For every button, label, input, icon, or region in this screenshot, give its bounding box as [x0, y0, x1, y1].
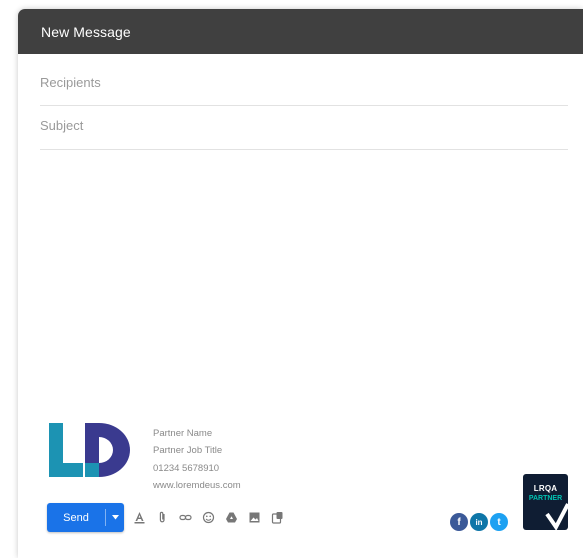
subject-input[interactable] — [40, 118, 568, 133]
insert-emoji-icon[interactable] — [202, 511, 215, 524]
compose-window: New Message Partner Name Partner Job Tit… — [18, 9, 583, 558]
google-drive-icon[interactable] — [225, 511, 238, 524]
signature-website[interactable]: www.loremdeus.com — [153, 477, 241, 494]
compose-toolbar: Send — [47, 503, 294, 532]
partner-badge[interactable]: LRQA PARTNER — [523, 474, 568, 530]
insert-link-icon[interactable] — [179, 511, 192, 524]
attach-file-icon[interactable] — [156, 511, 169, 524]
format-text-icon[interactable] — [133, 511, 146, 524]
signature-job-title: Partner Job Title — [153, 445, 223, 457]
compose-header[interactable]: New Message — [18, 9, 583, 54]
send-button[interactable]: Send — [47, 503, 124, 532]
facebook-icon[interactable]: f — [450, 513, 468, 531]
signature-phone: 01234 5678910 — [153, 462, 220, 474]
send-options-icon[interactable] — [106, 503, 124, 532]
social-links: f in t — [450, 513, 510, 531]
twitter-icon[interactable]: t — [490, 513, 508, 531]
insert-photo-icon[interactable] — [248, 511, 261, 524]
compose-tools — [133, 511, 294, 524]
signature-name: Partner Name — [153, 428, 213, 439]
send-label: Send — [63, 511, 89, 524]
subject-field[interactable] — [40, 118, 568, 150]
message-body[interactable] — [40, 159, 568, 399]
badge-check-icon — [545, 503, 568, 530]
compose-title: New Message — [41, 23, 131, 40]
linkedin-icon[interactable]: in — [470, 513, 488, 531]
recipients-input[interactable] — [40, 75, 568, 90]
signature-details: Partner Name Partner Job Title 01234 567… — [153, 425, 241, 494]
confidential-mode-icon[interactable] — [271, 511, 284, 524]
recipients-field[interactable] — [40, 75, 568, 106]
company-logo — [49, 423, 130, 477]
